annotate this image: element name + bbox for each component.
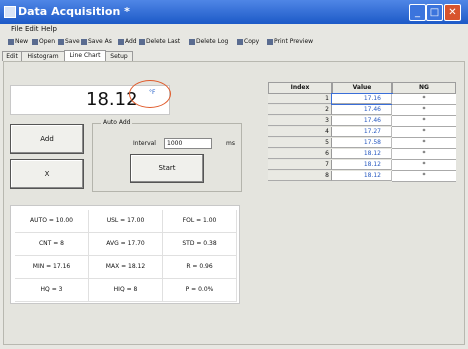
delete-button[interactable]: X xyxy=(10,159,84,189)
row-value[interactable]: 17.58 xyxy=(332,138,392,148)
tab-edit[interactable]: Edit xyxy=(2,51,22,61)
column-header-index[interactable]: Index xyxy=(268,82,332,94)
new-icon xyxy=(8,38,14,45)
row-value[interactable]: 17.46 xyxy=(332,105,392,115)
menu-file[interactable]: File xyxy=(11,25,23,33)
column-header-ng[interactable]: NG xyxy=(392,82,456,94)
app-icon xyxy=(4,6,16,18)
row-value[interactable]: 17.27 xyxy=(332,127,392,137)
app-window: Data Acquisition * _ □ ✕ File Edit Help … xyxy=(0,0,468,349)
open-icon xyxy=(32,38,38,45)
stat-cell: MAX = 18.12 xyxy=(89,256,163,279)
toolbar-print-preview[interactable]: Print Preview xyxy=(267,38,313,45)
row-ng[interactable]: * xyxy=(392,171,456,182)
toolbar-delete-log[interactable]: Delete Log xyxy=(189,38,228,45)
toolbar-open[interactable]: Open xyxy=(32,38,55,45)
menu-bar: File Edit Help xyxy=(0,25,468,36)
stat-cell: P = 0.0% xyxy=(163,279,237,302)
row-value[interactable]: 17.46 xyxy=(332,116,392,126)
stat-cell: FOL = 1.00 xyxy=(163,210,237,233)
row-ng[interactable]: * xyxy=(392,127,456,138)
interval-unit: ms xyxy=(226,140,235,147)
toolbar-save-as[interactable]: Save As xyxy=(81,38,112,45)
statistics-grid: AUTO = 10.00 USL = 17.00 FOL = 1.00 CNT … xyxy=(10,205,240,304)
row-value[interactable]: 18.12 xyxy=(332,171,392,181)
auto-add-label: Auto Add xyxy=(101,119,133,126)
row-value[interactable]: 17.16 xyxy=(331,93,393,105)
stat-cell: CNT = 8 xyxy=(15,233,89,256)
toolbar-delete-last[interactable]: Delete Last xyxy=(139,38,180,45)
stat-cell: STD = 0.38 xyxy=(163,233,237,256)
row-index[interactable]: 5 xyxy=(268,138,332,148)
stat-cell: MIN = 17.16 xyxy=(15,256,89,279)
toolbar-add[interactable]: Add xyxy=(118,38,137,45)
interval-input[interactable]: 1000 xyxy=(164,138,212,149)
print-preview-icon xyxy=(267,38,273,45)
row-ng[interactable]: * xyxy=(392,149,456,160)
column-header-value[interactable]: Value xyxy=(332,82,392,94)
add-button[interactable]: Add xyxy=(10,124,84,154)
stat-cell: AUTO = 10.00 xyxy=(15,210,89,233)
menu-help[interactable]: Help xyxy=(41,25,57,33)
save-as-icon xyxy=(81,38,87,45)
stat-cell: HQ = 3 xyxy=(15,279,89,302)
row-ng[interactable]: * xyxy=(392,160,456,171)
toolbar-copy[interactable]: Copy xyxy=(237,38,259,45)
highlight-circle xyxy=(129,80,171,108)
row-index[interactable]: 7 xyxy=(268,160,332,170)
start-button[interactable]: Start xyxy=(130,154,204,183)
tab-histogram[interactable]: Histogram xyxy=(21,51,65,61)
title-bar[interactable]: Data Acquisition * _ □ ✕ xyxy=(0,0,468,24)
delete-log-icon xyxy=(189,38,195,45)
row-value[interactable]: 18.12 xyxy=(332,160,392,170)
interval-label: Interval xyxy=(133,140,156,147)
row-index[interactable]: 6 xyxy=(268,149,332,159)
stat-cell: HIQ = 8 xyxy=(89,279,163,302)
tab-setup[interactable]: Setup xyxy=(105,51,133,61)
toolbar: New Open Save Save As Add Delete Last De… xyxy=(0,37,468,49)
toolbar-save[interactable]: Save xyxy=(58,38,80,45)
maximize-button[interactable]: □ xyxy=(426,4,443,21)
menu-edit[interactable]: Edit xyxy=(25,25,39,33)
row-value[interactable]: 18.12 xyxy=(332,149,392,159)
tab-line-chart[interactable]: Line Chart xyxy=(64,50,106,61)
row-index[interactable]: 1 xyxy=(268,94,332,104)
toolbar-new[interactable]: New xyxy=(8,38,28,45)
stat-cell: R = 0.96 xyxy=(163,256,237,279)
copy-icon xyxy=(237,38,243,45)
row-ng[interactable]: * xyxy=(392,105,456,116)
add-icon xyxy=(118,38,124,45)
close-button[interactable]: ✕ xyxy=(444,4,461,21)
auto-add-group: Auto Add Interval 1000 ms Start xyxy=(92,119,242,192)
window-title: Data Acquisition * xyxy=(18,5,130,18)
row-index[interactable]: 3 xyxy=(268,116,332,126)
save-icon xyxy=(58,38,64,45)
row-index[interactable]: 4 xyxy=(268,127,332,137)
stat-cell: USL = 17.00 xyxy=(89,210,163,233)
row-index[interactable]: 8 xyxy=(268,171,332,181)
row-index[interactable]: 2 xyxy=(268,105,332,115)
minimize-button[interactable]: _ xyxy=(409,4,426,21)
stat-cell: AVG = 17.70 xyxy=(89,233,163,256)
row-ng[interactable]: * xyxy=(392,116,456,127)
delete-last-icon xyxy=(139,38,145,45)
row-ng[interactable]: * xyxy=(392,94,456,105)
row-ng[interactable]: * xyxy=(392,138,456,149)
